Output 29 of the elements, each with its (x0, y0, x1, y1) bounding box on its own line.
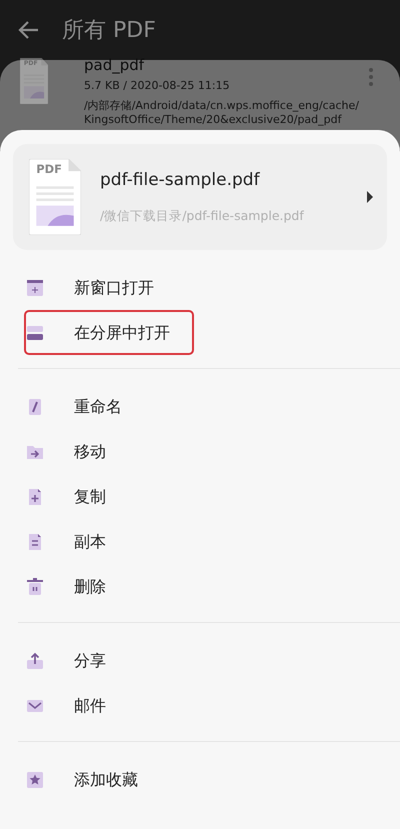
back-arrow-icon[interactable] (18, 20, 40, 40)
upload-icon (26, 652, 44, 670)
file-path: /内部存储/Android/data/cn.wps.moffice_eng/cache/ KingsoftOffice/Theme/20&exclusive20/pad_pdf (84, 98, 359, 126)
file-meta: 5.7 KB / 2020-08-25 11:15 (84, 78, 231, 94)
menu-item[interactable]: 邮件 (24, 683, 194, 728)
file-lines-icon (26, 532, 44, 550)
menu-item[interactable]: 删除 (24, 564, 194, 609)
caret-icon (367, 191, 373, 203)
file-header-card[interactable]: PDF pdf-file-sample.pdf /微信下载目录/pdf-file-sample.pdf (13, 144, 387, 250)
page-title: 所有 PDF (62, 16, 156, 44)
file-path: /微信下载目录/pdf-file-sample.pdf (100, 207, 305, 226)
menu-item[interactable]: 复制 (24, 474, 194, 519)
menu-item[interactable]: 副本 (24, 519, 194, 564)
menu-item[interactable]: 新窗口打开 (24, 265, 194, 310)
file-name: pdf-file-sample.pdf (100, 168, 261, 192)
menu-item[interactable]: 在分屏中打开 (24, 310, 194, 355)
menu-item[interactable]: 重命名 (24, 384, 194, 429)
trash-icon (26, 578, 44, 596)
menu-item[interactable]: 添加收藏 (24, 757, 194, 802)
pdf-file-icon (29, 159, 81, 235)
file-plus-icon (26, 488, 44, 506)
pdf-file-icon (20, 58, 48, 104)
window-plus-icon (26, 278, 44, 296)
icon-label: PDF (36, 164, 62, 176)
menu-item[interactable]: 移动 (24, 429, 194, 474)
pencil-icon (26, 398, 44, 416)
menu-item[interactable]: 分享 (24, 638, 194, 683)
split-screen-icon (26, 324, 44, 342)
file-name: pad_pdf (84, 56, 146, 74)
